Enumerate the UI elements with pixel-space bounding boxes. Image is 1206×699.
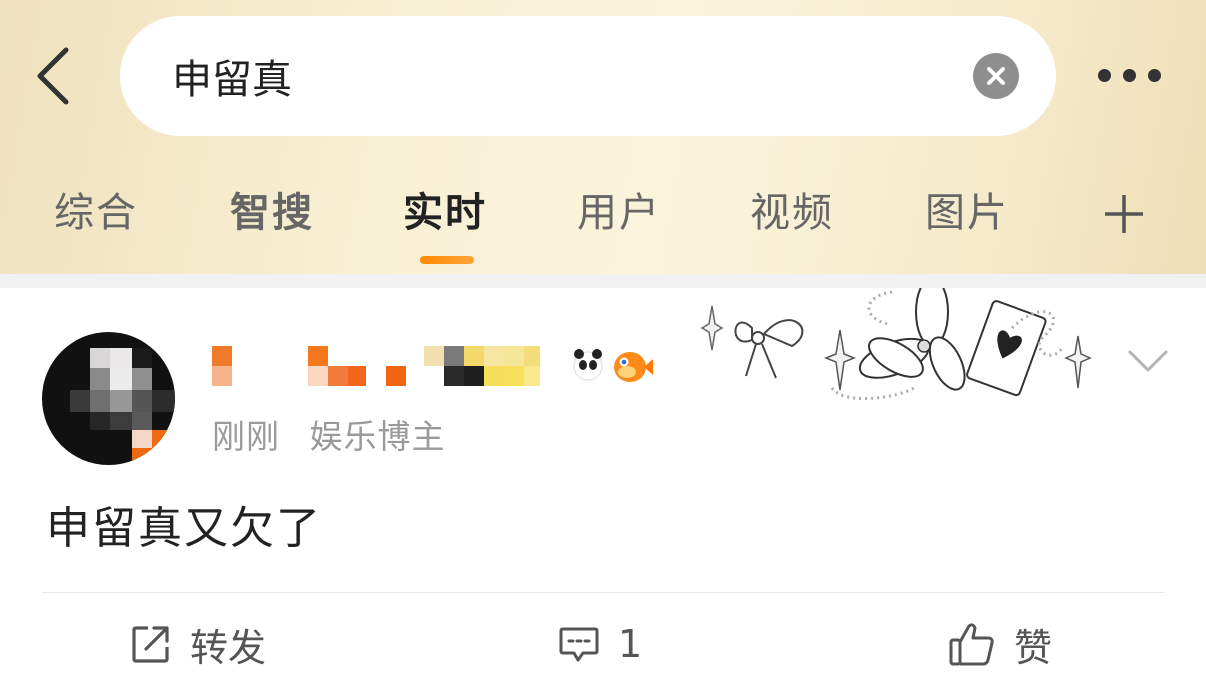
post-options-button[interactable] (1126, 346, 1170, 376)
pufferfish-icon (614, 352, 653, 382)
comment-icon (559, 627, 599, 662)
more-dots-icon (1098, 69, 1111, 82)
back-button[interactable] (30, 44, 80, 108)
post-source: 娱乐博主 (309, 417, 446, 456)
active-tab-indicator (420, 256, 474, 264)
tab-smart-search[interactable]: 智搜 (230, 180, 314, 246)
card-decoration (700, 288, 1092, 400)
post-content: 申留真又欠了 (46, 503, 322, 554)
chevron-left-icon (37, 47, 69, 105)
tab-realtime[interactable]: 实时 (403, 180, 487, 246)
add-tab-button[interactable] (1102, 192, 1146, 236)
section-divider (0, 274, 1206, 288)
comment-count: 1 (618, 622, 643, 666)
thumbs-up-icon (949, 623, 994, 666)
more-options-button[interactable] (1096, 62, 1166, 90)
like-button[interactable]: 赞 (948, 614, 1052, 674)
username-obscured[interactable] (212, 346, 653, 388)
clear-search-button[interactable] (973, 53, 1019, 99)
search-input[interactable] (172, 44, 952, 108)
post-meta: 刚刚 娱乐博主 (212, 410, 464, 458)
plus-icon (1105, 195, 1143, 233)
more-dots-icon (1123, 69, 1136, 82)
post-card: 刚刚 娱乐博主 申留真又欠了 转发 1 赞 (0, 288, 1206, 699)
repost-label: 转发 (190, 625, 267, 670)
avatar[interactable] (42, 332, 175, 465)
share-icon (132, 626, 169, 663)
tab-comprehensive[interactable]: 综合 (54, 180, 138, 246)
post-divider (42, 592, 1164, 593)
tab-images[interactable]: 图片 (925, 180, 1009, 246)
post-time: 刚刚 (212, 417, 280, 456)
search-bar (120, 16, 1056, 136)
tab-video[interactable]: 视频 (750, 180, 834, 246)
panda-icon (573, 349, 603, 381)
comment-button[interactable]: 1 (558, 614, 642, 674)
repost-button[interactable]: 转发 (130, 614, 266, 674)
chevron-down-icon (1128, 350, 1168, 372)
like-label: 赞 (1014, 625, 1053, 670)
tab-users[interactable]: 用户 (577, 180, 661, 246)
search-tabs: 综合 智搜 实时 用户 视频 图片 (0, 180, 1206, 250)
close-icon (987, 67, 1005, 85)
search-header: 综合 智搜 实时 用户 视频 图片 (0, 0, 1206, 274)
more-dots-icon (1148, 69, 1161, 82)
